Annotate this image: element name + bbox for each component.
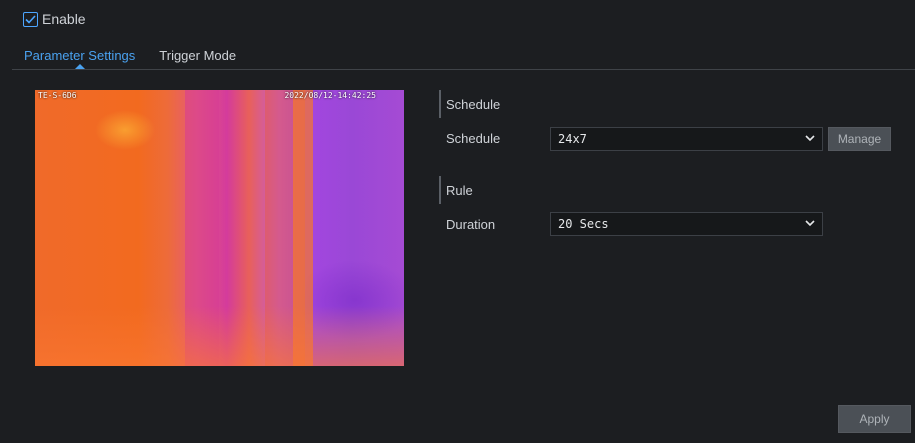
schedule-field-label: Schedule [446,131,501,146]
chevron-down-icon [805,135,815,142]
tab-bar: Parameter Settings Trigger Mode [17,45,243,63]
video-camera-name: TE-S-6D6 [38,91,77,100]
rule-section-title: Rule [446,183,473,198]
schedule-select-value: 24x7 [558,132,587,146]
schedule-section-title: Schedule [446,97,501,112]
apply-button[interactable]: Apply [838,405,911,433]
thermal-region [185,90,219,366]
tab-parameter-settings[interactable]: Parameter Settings [17,45,142,63]
enable-checkbox[interactable] [23,11,38,27]
thermal-video-preview: TE-S-6D6 2022/08/12-14:42:25 [35,90,404,366]
manage-button[interactable]: Manage [828,127,891,151]
duration-field-label: Duration [446,217,496,232]
thermal-region [293,90,313,366]
duration-select-value: 20 Secs [558,217,609,231]
tab-divider [12,69,915,70]
schedule-section-marker [439,90,441,118]
enable-label: Enable [42,11,86,27]
video-timestamp: 2022/08/12-14:42:25 [284,91,376,100]
rule-section-marker [439,176,441,204]
duration-select[interactable]: 20 Secs [550,212,823,236]
check-icon [25,14,36,24]
tab-trigger-mode[interactable]: Trigger Mode [152,45,243,63]
chevron-down-icon [805,220,815,227]
enable-toggle[interactable]: Enable [23,11,86,27]
schedule-select[interactable]: 24x7 [550,127,823,151]
